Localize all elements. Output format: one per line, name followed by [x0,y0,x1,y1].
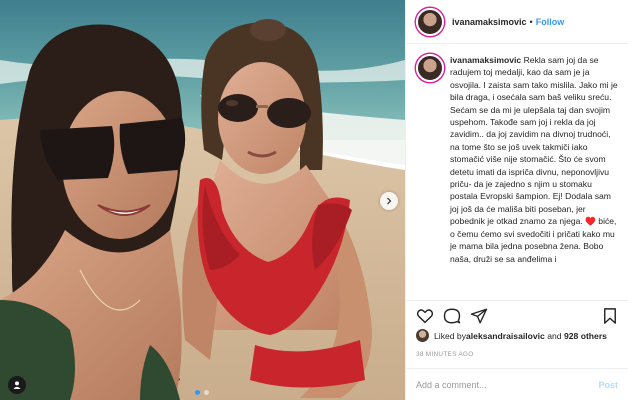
caption-avatar[interactable] [416,54,444,82]
likes-prefix: Liked by [434,330,467,341]
tagged-users-button[interactable] [8,376,26,394]
liker-avatar[interactable] [416,329,429,342]
carousel-indicator [195,390,209,395]
author-avatar[interactable] [416,7,444,36]
beach-selfie-image [0,0,405,400]
comment-icon[interactable] [443,307,461,325]
heart-icon[interactable] [416,307,434,325]
post-photo[interactable] [0,0,405,400]
carousel-dot [204,390,209,395]
post-timestamp[interactable]: 38 MINUTES AGO [416,351,473,358]
post-comment-button[interactable]: Post [598,380,618,390]
comment-bar: Post [406,368,628,400]
carousel-dot-active [195,390,200,395]
liked-by-user[interactable]: aleksandraisailovic [466,331,545,341]
author-username[interactable]: ivanamaksimovic [452,17,527,27]
comment-input[interactable] [416,379,599,390]
header-separator: • [529,16,533,27]
likes-and: and [544,330,564,341]
chevron-right-icon [387,197,392,205]
caption-username[interactable]: ivanamaksimovic [450,55,521,65]
likes-summary: Liked by aleksandraisailovic and 928 oth… [416,329,607,342]
post-caption: ivanamaksimovic Rekla sam joj da se radu… [416,54,621,265]
follow-button[interactable]: Follow [536,17,565,27]
others-count[interactable]: 928 others [564,331,607,341]
bookmark-icon[interactable] [601,307,619,325]
caption-text: ivanamaksimovic Rekla sam joj da se radu… [450,54,621,265]
carousel-next-button[interactable] [380,192,398,210]
post-side-panel: ivanamaksimovic • Follow ivanamaksimovic… [405,0,628,400]
share-icon[interactable] [470,307,488,325]
caption-body: Rekla sam joj da se radujem toj medalji,… [450,55,618,264]
user-tag-icon [13,381,21,389]
post-header: ivanamaksimovic • Follow [406,0,628,44]
post-actions [406,300,628,328]
